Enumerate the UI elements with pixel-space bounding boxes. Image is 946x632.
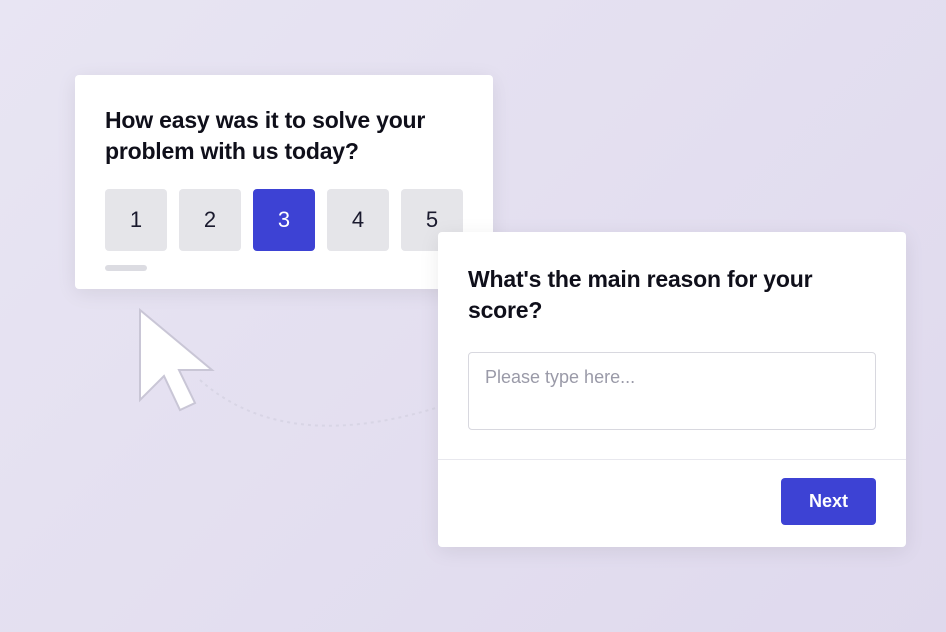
scale-indicator: [105, 265, 147, 271]
rating-option-1[interactable]: 1: [105, 189, 167, 251]
rating-card: How easy was it to solve your problem wi…: [75, 75, 493, 289]
next-button[interactable]: Next: [781, 478, 876, 525]
rating-option-4[interactable]: 4: [327, 189, 389, 251]
rating-options: 1 2 3 4 5: [105, 189, 463, 251]
button-row: Next: [468, 478, 876, 525]
rating-option-2[interactable]: 2: [179, 189, 241, 251]
rating-question: How easy was it to solve your problem wi…: [105, 105, 463, 167]
connector-line: [190, 350, 470, 470]
cursor-icon: [120, 300, 230, 430]
rating-option-3[interactable]: 3: [253, 189, 315, 251]
divider: [438, 459, 906, 460]
reason-input[interactable]: [468, 352, 876, 430]
reason-question: What's the main reason for your score?: [468, 264, 876, 326]
reason-card: What's the main reason for your score? N…: [438, 232, 906, 547]
